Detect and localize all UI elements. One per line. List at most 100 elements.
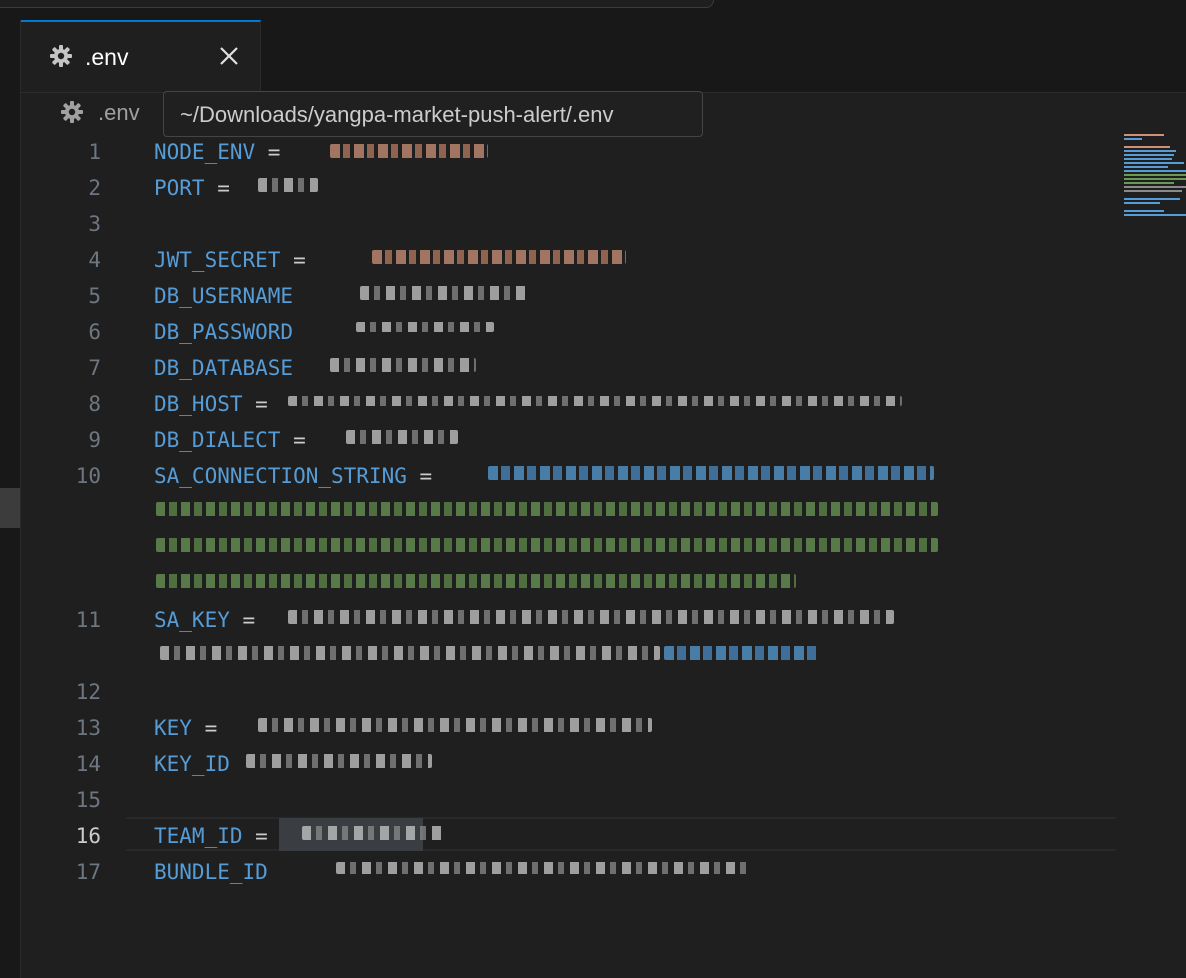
tab-env[interactable]: .env (21, 20, 261, 92)
redacted-value (288, 396, 902, 406)
minimap-line (1124, 170, 1186, 172)
redacted-value (156, 538, 938, 552)
line-number: 3 (88, 212, 101, 236)
env-key: SA_KEY (154, 608, 230, 632)
minimap-line (1124, 138, 1142, 140)
env-key: DB_USERNAME (154, 284, 294, 308)
minimap-line (1124, 190, 1182, 192)
tab-label: .env (85, 44, 129, 70)
code-line: 2 PORT = (21, 170, 1121, 206)
code-line: 5 DB_USERNAME (21, 278, 1121, 314)
env-key: BUNDLE_ID (154, 860, 268, 884)
minimap[interactable] (1124, 132, 1186, 222)
minimap-line (1124, 174, 1186, 176)
redacted-value (360, 286, 526, 300)
redacted-value (664, 646, 820, 660)
minimap-line (1124, 166, 1168, 168)
env-separator: = (242, 824, 281, 848)
env-key: DB_HOST (154, 392, 243, 416)
env-key: DB_DIALECT (154, 428, 281, 452)
env-separator: = (242, 392, 268, 416)
env-key: KEY_ID (154, 752, 230, 776)
minimap-line (1124, 214, 1186, 216)
line-number: 16 (75, 824, 101, 848)
redacted-value (288, 610, 894, 624)
redacted-value (156, 502, 938, 516)
line-number: 14 (75, 752, 101, 776)
line-number: 9 (88, 428, 101, 452)
env-separator: = (255, 140, 294, 164)
minimap-line (1124, 154, 1174, 156)
redacted-value (330, 144, 488, 158)
env-separator: = (280, 248, 319, 272)
tab-bar: .env (21, 20, 1186, 93)
minimap-line (1124, 182, 1174, 184)
redacted-value (330, 358, 476, 372)
minimap-line (1124, 186, 1186, 188)
minimap-line (1124, 178, 1186, 180)
code-line: 1 NODE_ENV = (21, 134, 1121, 170)
minimap-line (1124, 134, 1164, 136)
activity-bar (0, 20, 21, 978)
redacted-value (258, 718, 652, 732)
env-separator: = (406, 464, 445, 488)
minimap-line (1124, 202, 1160, 204)
code-line: 12 (21, 674, 1121, 710)
redacted-value (258, 178, 318, 192)
redacted-value (160, 646, 660, 660)
code-line: 6 DB_PASSWORD (21, 314, 1121, 350)
code-line-active: 16 TEAM_ID = (21, 818, 1121, 854)
code-line: 9 DB_DIALECT = (21, 422, 1121, 458)
redacted-value (336, 862, 752, 874)
gear-icon (60, 100, 84, 129)
redacted-value (372, 250, 626, 264)
line-number: 5 (88, 284, 101, 308)
env-key: JWT_SECRET (154, 248, 281, 272)
code-line: 3 (21, 206, 1121, 242)
tooltip-path: ~/Downloads/yangpa-market-push-alert/.en… (180, 102, 614, 127)
close-icon[interactable] (217, 44, 241, 68)
path-tooltip: ~/Downloads/yangpa-market-push-alert/.en… (163, 91, 703, 137)
line-number: 8 (88, 392, 101, 416)
line-number: 12 (75, 680, 101, 704)
line-number: 7 (88, 356, 101, 380)
redacted-value (346, 430, 458, 444)
line-number: 13 (75, 716, 101, 740)
minimap-line (1124, 150, 1176, 152)
minimap-line (1124, 210, 1164, 212)
scroll-marker (0, 488, 20, 528)
minimap-line (1124, 158, 1172, 160)
env-separator: = (204, 176, 243, 200)
env-key: KEY (154, 716, 192, 740)
env-key: PORT (154, 176, 205, 200)
env-key: SA_CONNECTION_STRING (154, 464, 407, 488)
gear-icon (49, 44, 73, 73)
title-search-box[interactable] (0, 0, 714, 8)
minimap-line (1124, 198, 1180, 200)
env-key: DB_PASSWORD (154, 320, 294, 344)
redacted-value (156, 574, 796, 588)
redacted-value (488, 466, 934, 480)
env-key: TEAM_ID (154, 824, 243, 848)
window-top-strip (0, 0, 1186, 21)
redacted-value (302, 826, 442, 840)
line-number: 4 (88, 248, 101, 272)
env-key: NODE_ENV (154, 140, 256, 164)
line-number: 15 (75, 788, 101, 812)
breadcrumb-filename: .env (98, 100, 140, 125)
line-number: 17 (75, 860, 101, 884)
env-separator: = (191, 716, 230, 740)
env-key: DB_DATABASE (154, 356, 294, 380)
env-separator: = (280, 428, 306, 452)
line-number: 10 (75, 464, 101, 488)
minimap-line (1124, 162, 1184, 164)
line-number: 1 (88, 140, 101, 164)
redacted-value (246, 754, 432, 768)
redacted-value (356, 322, 494, 332)
line-number: 11 (75, 608, 101, 632)
line-number: 6 (88, 320, 101, 344)
minimap-line (1124, 146, 1170, 148)
code-line: 14 KEY_ID (21, 746, 1121, 782)
code-line: 7 DB_DATABASE (21, 350, 1121, 386)
line-number: 2 (88, 176, 101, 200)
